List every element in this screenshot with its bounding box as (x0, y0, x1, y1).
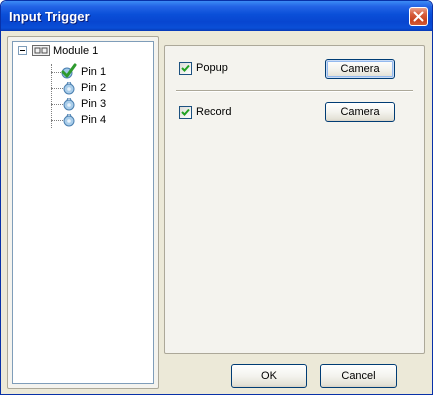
module-tree[interactable]: Module 1 Pin 1 Pin 2 Pin 3 Pin 4 (12, 41, 154, 384)
collapse-toggle[interactable] (18, 46, 27, 55)
checkmark-icon (181, 108, 190, 116)
ok-button[interactable]: OK (231, 364, 307, 388)
pin-active-icon (61, 63, 77, 79)
window-title: Input Trigger (9, 9, 90, 24)
tree-item-label: Pin 3 (81, 98, 107, 110)
tree-item-label: Pin 4 (81, 114, 107, 126)
button-label: Cancel (341, 370, 376, 382)
pin-icon (63, 82, 75, 95)
tree-item-label: Module 1 (53, 45, 99, 57)
io-module-icon (32, 45, 50, 56)
close-button[interactable] (409, 7, 428, 26)
tree-connector (51, 64, 52, 128)
section-divider (176, 90, 413, 92)
record-label[interactable]: Record (196, 106, 231, 119)
pin-icon (63, 98, 75, 111)
record-camera-button[interactable]: Camera (325, 102, 395, 122)
checkmark-icon (181, 64, 190, 72)
popup-checkbox[interactable] (179, 62, 192, 75)
close-icon (413, 11, 424, 22)
input-trigger-dialog: Input Trigger Module 1 Pin 1 Pin 2 Pin 3… (0, 0, 433, 395)
tree-item-label: Pin 1 (81, 66, 107, 78)
tree-frame: Module 1 Pin 1 Pin 2 Pin 3 Pin 4 (7, 36, 159, 389)
button-label: OK (261, 370, 277, 382)
button-label: Camera (340, 63, 380, 75)
popup-label[interactable]: Popup (196, 62, 228, 75)
button-label: Camera (340, 106, 380, 118)
record-checkbox[interactable] (179, 106, 192, 119)
popup-camera-button[interactable]: Camera (325, 59, 395, 79)
tree-item-label: Pin 2 (81, 82, 107, 94)
pin-icon (63, 114, 75, 127)
cancel-button[interactable]: Cancel (320, 364, 397, 388)
title-bar[interactable]: Input Trigger (1, 1, 432, 31)
